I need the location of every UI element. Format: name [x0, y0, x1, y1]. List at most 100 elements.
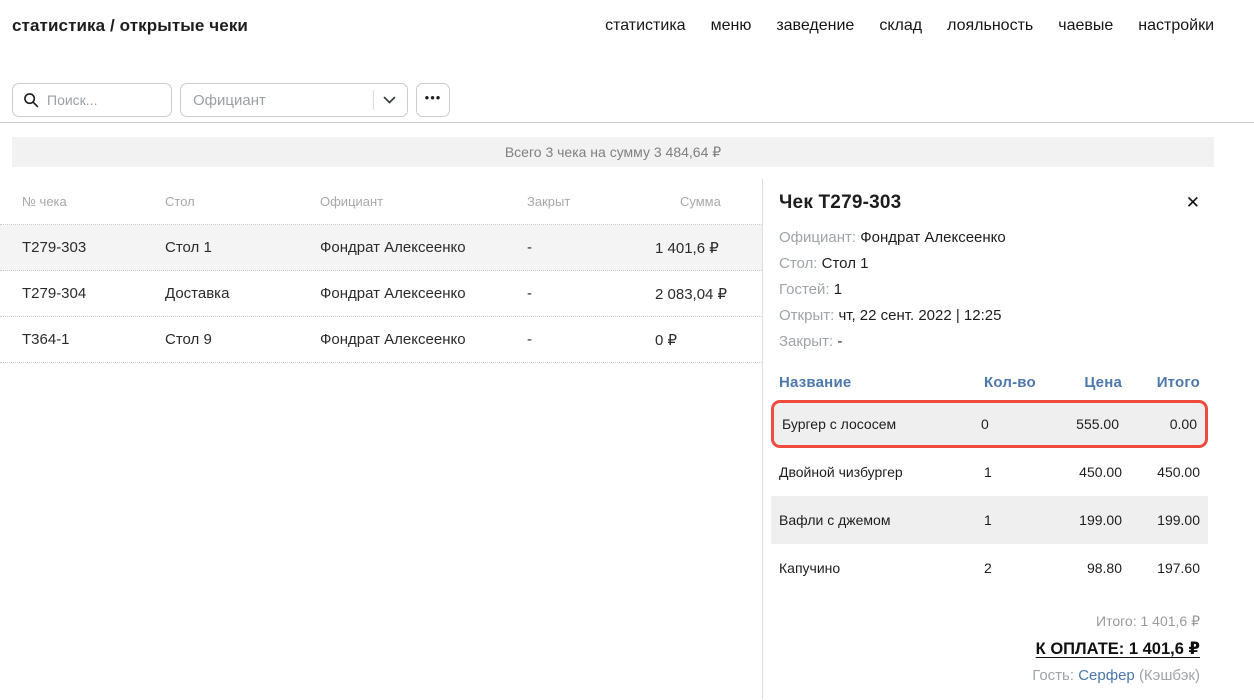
waiter-cell: Фондрат Алексеенко — [320, 331, 527, 348]
summary-banner: Всего 3 чека на сумму 3 484,64 ₽ — [12, 137, 1214, 167]
item-total: 0.00 — [1119, 416, 1197, 432]
guest-line: Гость: Серфер (Кэшбэк) — [779, 667, 1200, 684]
col-table: Стол — [165, 194, 320, 209]
nav-item[interactable]: чаевые — [1058, 17, 1113, 35]
due-value: 1 401,6 ₽ — [1129, 640, 1200, 658]
guest-note: (Кэшбэк) — [1139, 667, 1200, 684]
nav-item[interactable]: лояльность — [947, 17, 1033, 35]
closed-cell: - — [527, 331, 655, 348]
nav-item[interactable]: статистика — [605, 17, 685, 35]
item-name: Вафли с джемом — [779, 512, 984, 528]
panel-title: Чек T279-303 — [779, 192, 901, 214]
close-icon[interactable]: ✕ — [1186, 194, 1200, 211]
item-name: Бургер с лососем — [782, 416, 981, 432]
check-info-field: Гостей: 1 — [779, 281, 1200, 298]
item-price: 199.00 — [1044, 512, 1122, 528]
col-waiter: Официант — [320, 194, 527, 209]
check-number-cell: T279-303 — [22, 239, 165, 256]
check-row[interactable]: T364-1 Стол 9 Фондрат Алексеенко - 0 ₽ — [0, 317, 762, 363]
check-number-cell: T364-1 — [22, 331, 165, 348]
check-detail-panel: Чек T279-303 ✕ Официант: Фондрат Алексее… — [762, 179, 1254, 699]
table-cell: Стол 9 — [165, 331, 320, 348]
breadcrumb[interactable]: статистика / открытые чеки — [12, 16, 248, 36]
col-item-name: Название — [779, 374, 984, 391]
item-qty: 2 — [984, 560, 1044, 576]
waiter-cell: Фондрат Алексеенко — [320, 285, 527, 302]
check-info-field: Открыт: чт, 22 сент. 2022 | 12:25 — [779, 307, 1200, 324]
due-label: К ОПЛАТЕ: — [1036, 640, 1125, 658]
field-value: Фондрат Алексеенко — [860, 229, 1006, 246]
item-qty: 1 — [984, 512, 1044, 528]
items-table-header: Название Кол-во Цена Итого — [779, 366, 1200, 400]
subtotal-line: Итого: 1 401,6 ₽ — [779, 613, 1200, 630]
waiter-filter-select[interactable]: Официант — [180, 83, 408, 117]
item-qty: 1 — [984, 464, 1044, 480]
check-row[interactable]: T279-304 Доставка Фондрат Алексеенко - 2… — [0, 271, 762, 317]
item-row: Капучино 2 98.80 197.60 — [771, 544, 1208, 592]
open-checks-page: статистика / открытые чеки статистика ме… — [0, 0, 1254, 700]
field-value: 1 — [834, 281, 842, 298]
item-name: Капучино — [779, 560, 984, 576]
item-total: 199.00 — [1122, 512, 1200, 528]
col-item-price: Цена — [1044, 374, 1122, 391]
check-info-field: Закрыт: - — [779, 333, 1200, 350]
field-label: Стол: — [779, 255, 817, 272]
item-price: 555.00 — [1041, 416, 1119, 432]
table-cell: Стол 1 — [165, 239, 320, 256]
table-cell: Доставка — [165, 285, 320, 302]
item-row: Вафли с джемом 1 199.00 199.00 — [771, 496, 1208, 544]
sum-cell: 0 ₽ — [655, 331, 762, 349]
ellipsis-icon: ••• — [425, 90, 442, 105]
search-input[interactable] — [12, 83, 172, 117]
more-filters-button[interactable]: ••• — [416, 83, 450, 117]
field-value: Стол 1 — [822, 255, 869, 272]
col-sum: Сумма — [655, 194, 762, 209]
summary-text: Всего 3 чека на сумму 3 484,64 ₽ — [505, 144, 721, 161]
col-closed: Закрыт — [527, 194, 655, 209]
sum-cell: 1 401,6 ₽ — [655, 239, 762, 257]
check-row[interactable]: T279-303 Стол 1 Фондрат Алексеенко - 1 4… — [0, 225, 762, 271]
checks-table: № чека Стол Официант Закрыт Сумма T279-3… — [0, 179, 762, 699]
nav-item[interactable]: заведение — [776, 17, 854, 35]
waiter-cell: Фондрат Алексеенко — [320, 239, 527, 256]
main-nav: статистика меню заведение склад лояльнос… — [605, 17, 1214, 35]
col-item-total: Итого — [1122, 374, 1200, 391]
toolbar-divider — [0, 122, 1254, 123]
field-label: Закрыт: — [779, 333, 833, 350]
field-value: чт, 22 сент. 2022 | 12:25 — [838, 307, 1001, 324]
nav-item[interactable]: настройки — [1138, 17, 1214, 35]
item-total: 197.60 — [1122, 560, 1200, 576]
check-number-cell: T279-304 — [22, 285, 165, 302]
item-row: Бургер с лососем 0 555.00 0.00 — [771, 400, 1208, 448]
item-price: 450.00 — [1044, 464, 1122, 480]
check-info-fields: Официант: Фондрат Алексеенко Стол: Стол … — [779, 229, 1200, 350]
guest-label: Гость: — [1032, 667, 1074, 684]
waiter-filter-label: Официант — [193, 92, 266, 109]
nav-item[interactable]: меню — [711, 17, 752, 35]
top-bar: статистика / открытые чеки статистика ме… — [0, 0, 1254, 36]
field-label: Официант: — [779, 229, 856, 246]
closed-cell: - — [527, 285, 655, 302]
col-item-qty: Кол-во — [984, 374, 1044, 391]
item-price: 98.80 — [1044, 560, 1122, 576]
nav-item[interactable]: склад — [879, 17, 922, 35]
amount-due-line[interactable]: К ОПЛАТЕ: 1 401,6 ₽ — [1036, 639, 1200, 659]
item-total: 450.00 — [1122, 464, 1200, 480]
sum-cell: 2 083,04 ₽ — [655, 285, 762, 303]
item-name: Двойной чизбургер — [779, 464, 984, 480]
totals-block: Итого: 1 401,6 ₽ К ОПЛАТЕ: 1 401,6 ₽ Гос… — [779, 613, 1200, 684]
search-field[interactable] — [47, 92, 161, 108]
field-value: - — [837, 333, 842, 350]
field-label: Гостей: — [779, 281, 830, 298]
chevron-down-icon — [383, 96, 396, 105]
items-table: Название Кол-во Цена Итого Бургер с лосо… — [779, 366, 1200, 592]
item-qty: 0 — [981, 416, 1041, 432]
subtotal-label: Итого: — [1096, 613, 1137, 629]
items-table-body: Бургер с лососем 0 555.00 0.00 Двойной ч… — [779, 400, 1200, 592]
panel-header: Чек T279-303 ✕ — [779, 192, 1200, 214]
select-divider — [373, 90, 374, 110]
check-info-field: Официант: Фондрат Алексеенко — [779, 229, 1200, 246]
guest-link[interactable]: Серфер — [1078, 667, 1135, 684]
checks-table-header: № чека Стол Официант Закрыт Сумма — [0, 179, 762, 225]
filters-toolbar: Официант ••• — [12, 83, 1254, 117]
